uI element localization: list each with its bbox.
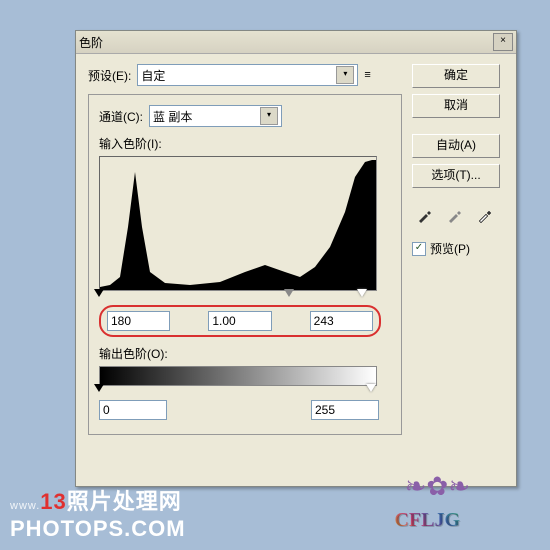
preset-label: 预设(E): bbox=[88, 67, 131, 84]
input-levels-label: 输入色阶(I): bbox=[99, 135, 391, 152]
input-slider[interactable] bbox=[99, 291, 377, 301]
preset-dropdown[interactable]: 自定 ▾ bbox=[137, 64, 358, 86]
output-levels-label: 输出色阶(O): bbox=[99, 345, 391, 362]
histogram bbox=[99, 156, 377, 291]
ok-button[interactable]: 确定 bbox=[412, 64, 500, 88]
options-button[interactable]: 选项(T)... bbox=[412, 164, 500, 188]
close-button[interactable]: × bbox=[493, 33, 513, 51]
midtone-input[interactable]: 1.00 bbox=[208, 311, 271, 331]
highlight-slider[interactable] bbox=[357, 289, 367, 302]
decorative-flourish: ❧✿❧ bbox=[405, 471, 470, 502]
preview-checkbox[interactable]: ✓ 预览(P) bbox=[412, 240, 506, 257]
output-low-slider[interactable] bbox=[94, 384, 104, 397]
black-eyedropper-icon[interactable] bbox=[412, 204, 436, 228]
titlebar: 色阶 × bbox=[76, 31, 516, 54]
chevron-down-icon: ▾ bbox=[260, 107, 278, 125]
auto-button[interactable]: 自动(A) bbox=[412, 134, 500, 158]
watermark: www.13照片处理网 PHOTOPS.COM bbox=[10, 484, 186, 542]
output-low-input[interactable]: 0 bbox=[99, 400, 167, 420]
output-gradient bbox=[99, 366, 377, 386]
input-values-highlight: 180 1.00 243 bbox=[99, 305, 381, 337]
shadow-slider[interactable] bbox=[94, 289, 104, 302]
channel-value: 蓝 副本 bbox=[153, 108, 192, 125]
checkbox-icon: ✓ bbox=[412, 242, 426, 256]
cancel-button[interactable]: 取消 bbox=[412, 94, 500, 118]
channel-dropdown[interactable]: 蓝 副本 ▾ bbox=[149, 105, 282, 127]
white-eyedropper-icon[interactable] bbox=[472, 204, 496, 228]
levels-fieldset: 通道(C): 蓝 副本 ▾ 输入色阶(I): bbox=[88, 94, 402, 435]
channel-label: 通道(C): bbox=[99, 108, 143, 125]
chevron-down-icon: ▾ bbox=[336, 66, 354, 84]
preview-label: 预览(P) bbox=[430, 240, 470, 257]
logo-text: CFLJG bbox=[394, 509, 460, 532]
preset-value: 自定 bbox=[141, 67, 165, 84]
levels-dialog: 色阶 × 预设(E): 自定 ▾ ≡ 通道(C): 蓝 副本 ▾ bbox=[75, 30, 517, 487]
output-high-slider[interactable] bbox=[366, 384, 376, 397]
output-high-input[interactable]: 255 bbox=[311, 400, 379, 420]
dialog-title: 色阶 bbox=[79, 34, 103, 51]
highlight-input[interactable]: 243 bbox=[310, 311, 373, 331]
midtone-slider[interactable] bbox=[284, 289, 294, 302]
output-slider[interactable] bbox=[99, 386, 377, 396]
preset-menu-icon[interactable]: ≡ bbox=[364, 67, 382, 83]
histogram-graph bbox=[100, 157, 376, 290]
shadow-input[interactable]: 180 bbox=[107, 311, 170, 331]
gray-eyedropper-icon[interactable] bbox=[442, 204, 466, 228]
